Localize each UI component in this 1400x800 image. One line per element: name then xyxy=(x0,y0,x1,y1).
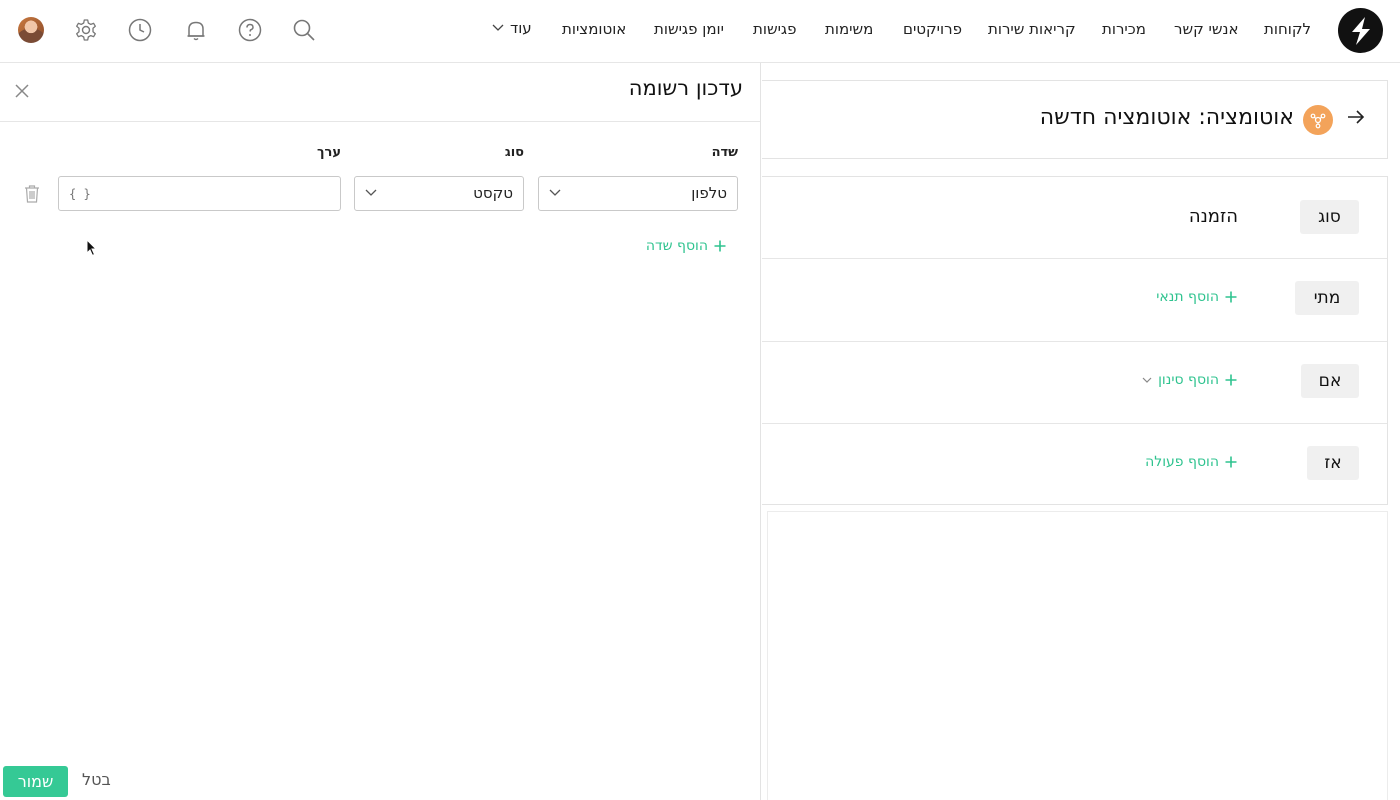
rule-row-when: מתי הוסף תנאי xyxy=(762,259,1387,342)
column-label-value: ערך xyxy=(317,145,341,160)
add-action-label: הוסף פעולה xyxy=(1145,454,1219,470)
add-filter-button[interactable]: הוסף סינון xyxy=(1142,372,1237,388)
field-select[interactable]: טלפון xyxy=(538,176,738,211)
rule-row-then: אז הוסף פעולה xyxy=(762,424,1387,506)
type-select-value: טקסט xyxy=(473,184,513,202)
arrow-back-icon[interactable] xyxy=(1347,109,1367,129)
plus-icon xyxy=(1225,291,1237,303)
nav-item-service-calls[interactable]: קריאות שירות xyxy=(988,19,1076,39)
clock-icon[interactable] xyxy=(127,17,153,43)
nav-item-tasks[interactable]: משימות xyxy=(825,19,873,39)
drawer-title: עדכון רשומה xyxy=(628,76,743,100)
nav-item-automations[interactable]: אוטומציות xyxy=(562,19,626,39)
automation-rules-panel: סוג הזמנה מתי הוסף תנאי אם הוסף סינון אז… xyxy=(762,176,1388,505)
nav-item-meetings[interactable]: פגישות xyxy=(753,19,796,39)
column-label-type: סוג xyxy=(504,145,524,160)
nav-item-meetings-calendar[interactable]: יומן פגישות xyxy=(654,19,724,39)
field-select-value: טלפון xyxy=(691,184,727,202)
automation-canvas-area xyxy=(767,511,1388,800)
add-filter-label: הוסף סינון xyxy=(1158,372,1219,388)
gear-icon[interactable] xyxy=(73,17,99,43)
rule-tag-type: סוג xyxy=(1300,200,1359,234)
chevron-down-icon xyxy=(492,24,504,31)
rule-row-if: אם הוסף סינון xyxy=(762,342,1387,424)
rule-tag-then: אז xyxy=(1307,446,1359,480)
update-record-drawer: עדכון רשומה שדה סוג ערך טלפון טקסט הוסף … xyxy=(0,63,761,800)
type-select[interactable]: טקסט xyxy=(354,176,524,211)
rule-type-value[interactable]: הזמנה xyxy=(1189,206,1238,227)
chevron-down-icon xyxy=(549,189,561,196)
plus-icon xyxy=(714,240,726,252)
add-action-button[interactable]: הוסף פעולה xyxy=(1145,454,1237,470)
nav-item-sales[interactable]: מכירות xyxy=(1102,19,1146,39)
nav-more-label: עוד xyxy=(510,19,532,37)
bell-icon[interactable] xyxy=(183,17,209,43)
chevron-down-icon xyxy=(1142,377,1152,383)
chevron-down-icon xyxy=(365,189,377,196)
column-label-field: שדה xyxy=(711,145,738,160)
trash-icon[interactable] xyxy=(23,184,41,204)
bolt-logo-icon[interactable] xyxy=(1338,8,1383,53)
nav-item-customers[interactable]: לקוחות xyxy=(1264,19,1311,39)
add-condition-label: הוסף תנאי xyxy=(1156,289,1219,305)
nav-item-projects[interactable]: פרויקטים xyxy=(903,19,962,39)
automation-title: אוטומציה: אוטומציה חדשה xyxy=(1039,105,1294,130)
add-field-label: הוסף שדה xyxy=(645,238,708,254)
automation-header: אוטומציה: אוטומציה חדשה xyxy=(762,80,1388,159)
cancel-button[interactable]: בטל xyxy=(82,770,111,789)
mouse-cursor-icon xyxy=(86,239,98,257)
help-icon[interactable] xyxy=(237,17,263,43)
add-condition-button[interactable]: הוסף תנאי xyxy=(1156,289,1237,305)
search-icon[interactable] xyxy=(291,17,317,43)
rule-row-type: סוג הזמנה xyxy=(762,177,1387,259)
rule-tag-if: אם xyxy=(1301,364,1359,398)
save-button[interactable]: שמור xyxy=(3,766,68,797)
automation-icon xyxy=(1303,105,1333,135)
user-avatar[interactable] xyxy=(18,17,44,43)
add-field-button[interactable]: הוסף שדה xyxy=(630,235,726,257)
nav-more-dropdown[interactable]: עוד xyxy=(492,19,532,37)
value-input[interactable] xyxy=(58,176,341,211)
plus-icon xyxy=(1225,456,1237,468)
nav-item-contacts[interactable]: אנשי קשר xyxy=(1174,19,1239,39)
rule-tag-when: מתי xyxy=(1295,281,1359,315)
top-navigation-bar: לקוחות אנשי קשר מכירות קריאות שירות פרוי… xyxy=(0,0,1400,63)
close-icon[interactable] xyxy=(12,81,32,101)
plus-icon xyxy=(1225,374,1237,386)
drawer-header: עדכון רשומה xyxy=(0,63,760,122)
